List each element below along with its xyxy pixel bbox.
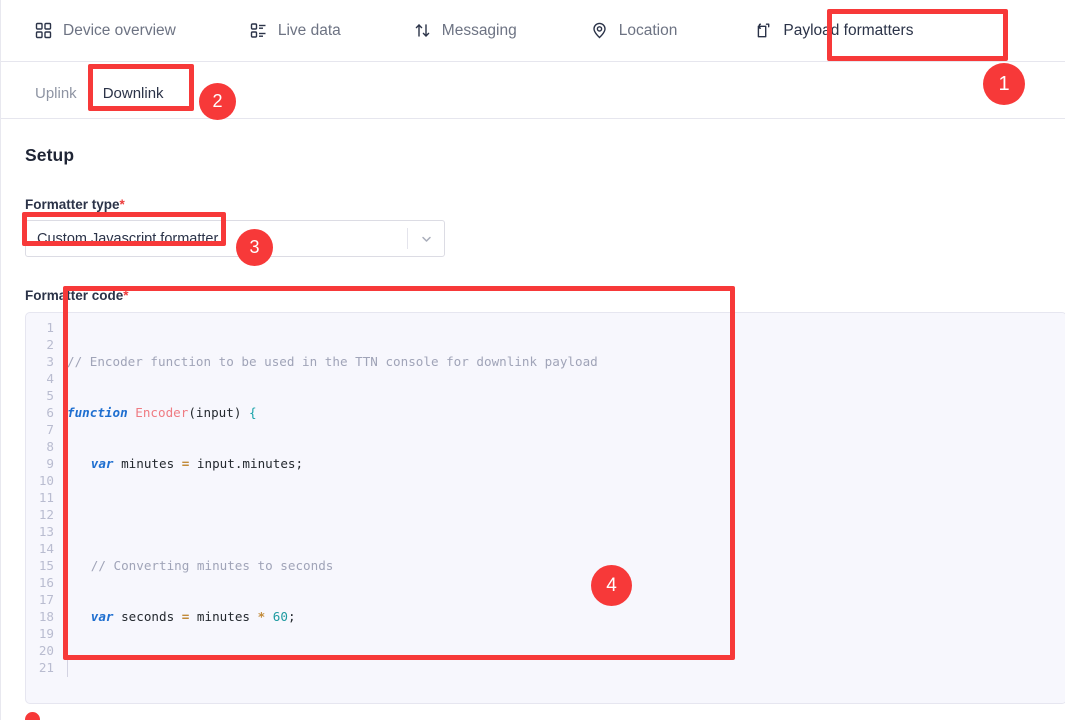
- annotation-badge-1: 1: [983, 63, 1025, 105]
- code-line: [67, 506, 1065, 524]
- line-number: 3: [46, 354, 54, 369]
- line-number: 9: [46, 456, 54, 471]
- chevron-down-icon[interactable]: [420, 232, 433, 245]
- line-number: 1: [46, 320, 54, 335]
- line-number: 6: [46, 405, 54, 420]
- line-number: 12: [38, 507, 54, 522]
- formatter-code-label-text: Formatter code: [25, 288, 124, 303]
- select-divider: [407, 228, 408, 249]
- line-number: 10: [38, 473, 54, 488]
- line-number: 21: [38, 660, 54, 675]
- nav-item-messaging[interactable]: Messaging: [414, 0, 517, 62]
- nav-item-device-overview[interactable]: Device overview: [35, 0, 176, 62]
- nav-item-label: Messaging: [441, 21, 517, 39]
- section-title: Setup: [25, 145, 75, 165]
- annotation-badge-4: 4: [591, 565, 632, 606]
- formatter-code-label: Formatter code*: [25, 288, 1065, 303]
- nav-item-label: Location: [618, 21, 678, 39]
- line-number: 19: [38, 626, 54, 641]
- formatter-type-label: Formatter type*: [25, 197, 1065, 212]
- code-line: var minutes = input.minutes;: [67, 455, 1065, 473]
- line-number: 11: [38, 490, 54, 505]
- nav-item-payload-formatters[interactable]: Payload formatters: [755, 0, 913, 62]
- map-pin-icon: [591, 22, 608, 39]
- line-number: 16: [38, 575, 54, 590]
- code-line: var seconds = minutes * 60;: [67, 608, 1065, 626]
- code-line: [67, 659, 1065, 677]
- formatter-type-value: Custom Javascript formatter: [37, 230, 219, 247]
- annotation-badge-2: 2: [199, 83, 236, 120]
- code-line: function Encoder(input) {: [67, 405, 257, 420]
- required-asterisk: *: [123, 288, 129, 303]
- line-number: 14: [38, 541, 54, 556]
- code-comment: // Encoder function to be used in the TT…: [67, 354, 598, 369]
- line-number: 18: [38, 609, 54, 624]
- up-down-arrows-icon: [414, 22, 431, 39]
- setup-section: Setup Formatter type* Custom Javascript …: [1, 119, 1065, 704]
- subtab-downlink[interactable]: Downlink: [103, 85, 164, 102]
- nav-item-label: Payload formatters: [783, 21, 914, 39]
- line-number: 7: [46, 422, 54, 437]
- payload-formatters-page: Device overview Live data Messaging Loca…: [0, 0, 1065, 720]
- line-number: 8: [46, 439, 54, 454]
- annotation-badge-3: 3: [236, 229, 273, 266]
- line-number: 17: [38, 592, 54, 607]
- line-number: 13: [38, 524, 54, 539]
- grid-icon: [35, 22, 52, 39]
- nav-item-location[interactable]: Location: [591, 0, 678, 62]
- line-number: 5: [46, 388, 54, 403]
- code-line: // Encoder function to be used in the TT…: [67, 353, 1065, 370]
- editor-gutter: 1 2 3 4 5 6 7 8 9 10 11 12 13 14 15 16 1…: [26, 313, 61, 703]
- formatter-type-label-text: Formatter type: [25, 197, 120, 212]
- formatter-direction-tabs: Uplink Downlink: [1, 69, 1065, 119]
- line-number: 15: [38, 558, 54, 573]
- formatter-type-select[interactable]: Custom Javascript formatter: [25, 220, 445, 257]
- device-nav-bar: Device overview Live data Messaging Loca…: [1, 0, 1065, 62]
- code-braces-icon: [755, 22, 772, 39]
- code-line: // Converting minutes to seconds: [67, 557, 1065, 575]
- bottom-cut-off-marker: [25, 712, 40, 720]
- nav-item-live-data[interactable]: Live data: [250, 0, 341, 62]
- editor-code-area[interactable]: // Encoder function to be used in the TT…: [61, 313, 1065, 703]
- subtab-uplink[interactable]: Uplink: [35, 85, 77, 102]
- line-number: 20: [38, 643, 54, 658]
- line-number: 4: [46, 371, 54, 386]
- line-number: 2: [46, 337, 54, 352]
- nav-item-label: Device overview: [63, 21, 176, 39]
- required-asterisk: *: [119, 197, 125, 212]
- nav-item-label: Live data: [277, 21, 341, 39]
- formatter-code-editor[interactable]: 1 2 3 4 5 6 7 8 9 10 11 12 13 14 15 16 1…: [25, 312, 1065, 704]
- list-icon: [250, 22, 267, 39]
